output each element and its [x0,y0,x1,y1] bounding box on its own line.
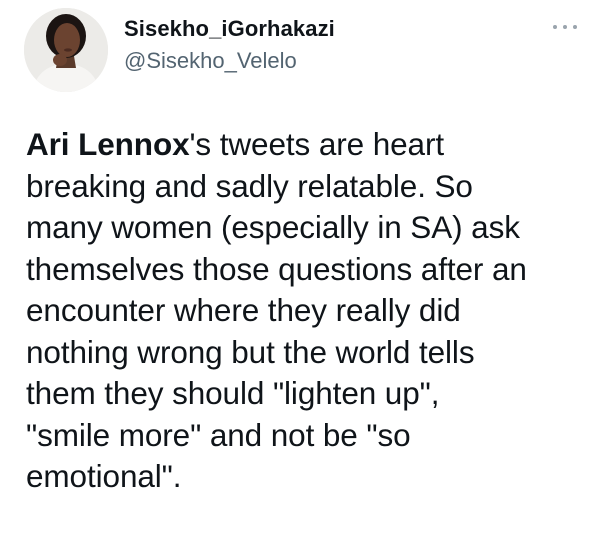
tweet-line: themselves those questions after an [26,250,527,287]
tweet-line: many women (especially in SA) ask [26,209,520,245]
tweet-line: "smile more" and not be "so [26,416,411,453]
more-dot [563,25,567,29]
tweet-line: nothing wrong but the world tells [26,333,475,370]
tweet-line: emotional". [26,458,182,494]
user-handle[interactable]: @Sisekho_Velelo [124,48,335,74]
more-dot [573,25,577,29]
tweet-line: encounter where they really did [26,292,461,328]
avatar-image [24,8,108,92]
author-block: Sisekho_iGorhakazi @Sisekho_Velelo [124,16,335,74]
display-name[interactable]: Sisekho_iGorhakazi [124,16,335,42]
more-horizontal-icon[interactable] [553,22,577,32]
mention-link[interactable]: Ari Lennox [26,126,190,162]
more-dot [553,25,557,29]
tweet-text: Ari Lennox's tweets are heart breaking a… [26,124,586,498]
tweet-line: them they should "lighten up", [26,375,440,411]
tweet-card: Sisekho_iGorhakazi @Sisekho_Velelo Ari L… [0,0,595,554]
tweet-line-text: 's tweets are heart [189,126,445,162]
avatar[interactable] [24,8,108,92]
tweet-line: breaking and sadly relatable. So [26,167,473,204]
tweet-line: Ari Lennox's tweets are heart [26,124,586,166]
